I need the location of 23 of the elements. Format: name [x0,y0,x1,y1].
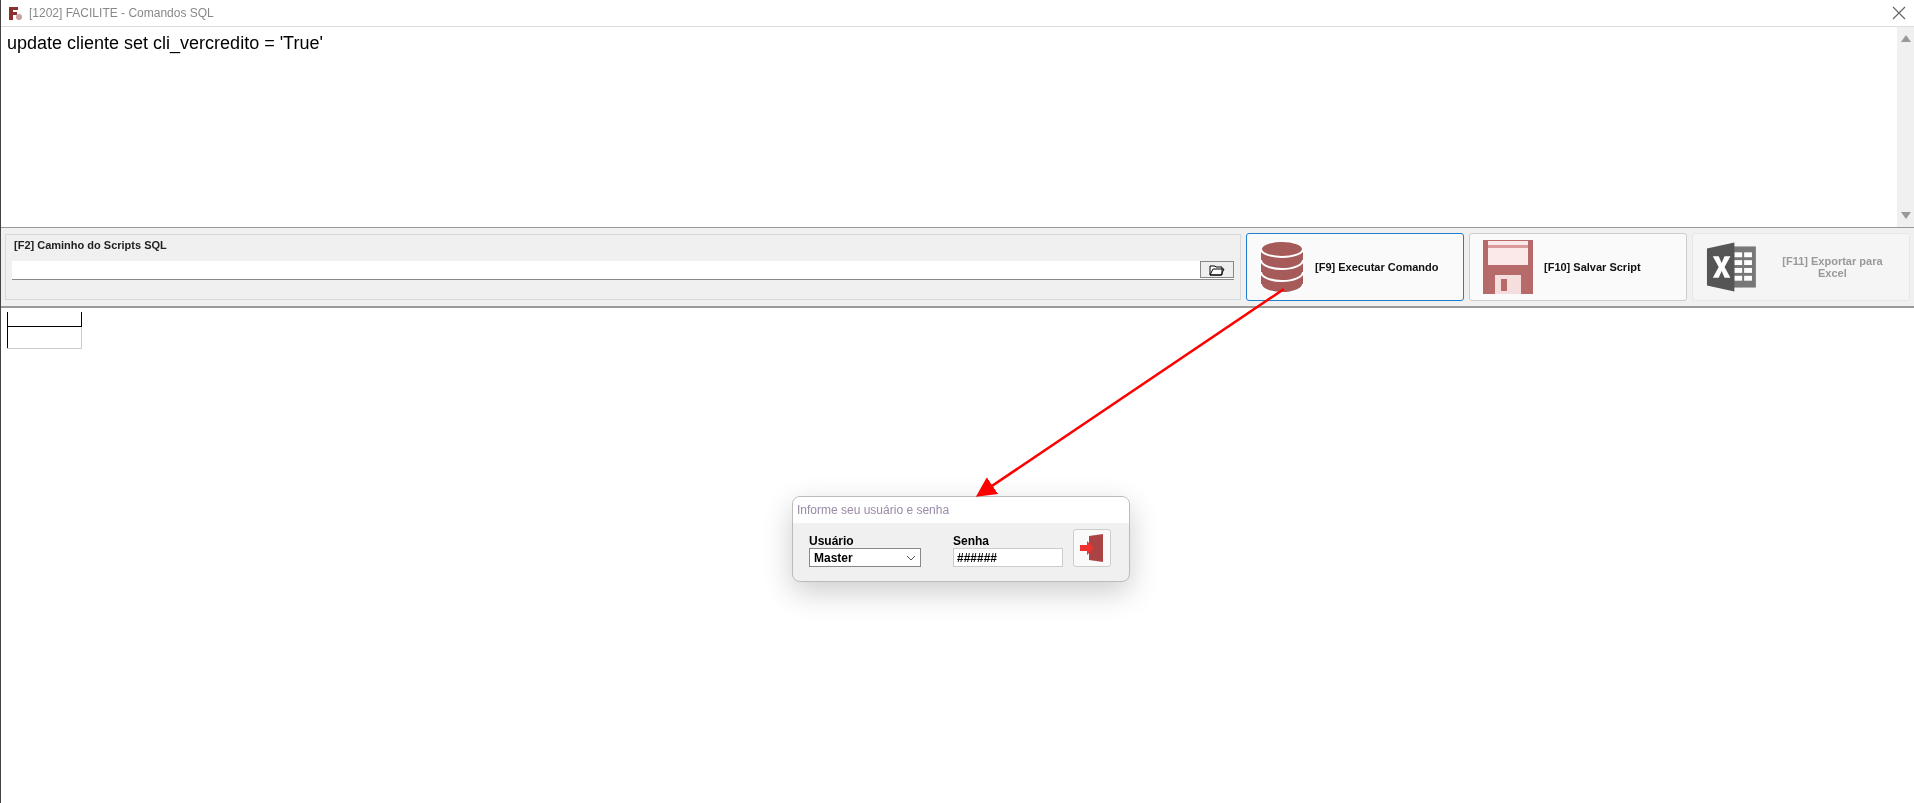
login-button[interactable] [1073,529,1111,567]
scroll-up-icon[interactable] [1900,35,1911,42]
toolbar-button[interactable]: [F9] Executar Comando [1246,233,1464,301]
user-dropdown[interactable]: Master [809,548,921,567]
app-logo-icon [7,5,23,21]
close-icon[interactable] [1892,6,1906,20]
scroll-down-icon[interactable] [1900,212,1911,219]
folder-icon [1209,263,1225,276]
path-field[interactable] [12,261,1234,280]
chevron-icon [906,554,916,561]
sql-editor[interactable]: update cliente set cli_vercredito = 'True' [1,27,1897,227]
group-label: [F2] Caminho do Scripts SQL [14,239,167,251]
window-title: [1202] FACILITE - Comandos SQL [29,6,214,20]
field-label: Usuário [809,534,855,548]
password-field[interactable]: ###### [953,548,1063,567]
spreadsheet-icon [1705,240,1758,294]
toolbar-button[interactable]: [F10] Salvar Script [1469,233,1687,301]
database-icon [1259,239,1305,295]
door-arrow-icon [1078,533,1106,563]
browse-button[interactable] [1200,261,1234,278]
field-label: Senha [953,534,990,548]
dialog-title: Informe seu usuário e senha [793,497,1129,523]
scrollbar[interactable] [1897,27,1914,227]
